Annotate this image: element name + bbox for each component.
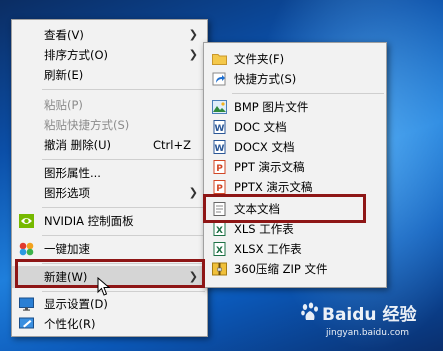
submenu-item-label: 文本文档 [234, 202, 280, 216]
submenu-item-label: XLS 工作表 [234, 222, 294, 236]
submenu-item-label: PPT 演示文稿 [234, 160, 305, 174]
submenu-item-ppt[interactable]: P PPT 演示文稿 [204, 157, 386, 177]
submenu-item-xls[interactable]: X XLS 工作表 [204, 219, 386, 239]
submenu-item-label: 文件夹(F) [234, 52, 285, 66]
baidu-paw-icon [301, 302, 318, 320]
menu-separator [42, 263, 205, 264]
baidu-watermark: Baidu 经验 jingyan.baidu.com [300, 298, 440, 348]
menu-separator [42, 207, 205, 208]
menu-item-label: 撤消 删除(U) [44, 138, 112, 152]
menu-separator [42, 159, 205, 160]
submenu-item-label: XLSX 工作表 [234, 242, 302, 256]
submenu-item-docx[interactable]: W DOCX 文档 [204, 137, 386, 157]
nvidia-icon [19, 214, 34, 228]
submenu-item-text-document[interactable]: 文本文档 [204, 199, 386, 219]
menu-separator [232, 93, 384, 94]
submenu-item-label: DOCX 文档 [234, 140, 295, 154]
submenu-item-label: BMP 图片文件 [234, 100, 309, 114]
menu-item-label: 粘贴快捷方式(S) [44, 118, 130, 132]
menu-item-label: NVIDIA 控制面板 [44, 214, 134, 228]
submenu-item-zip[interactable]: 360压缩 ZIP 文件 [204, 259, 386, 279]
menu-item-nvidia-control-panel[interactable]: NVIDIA 控制面板 [12, 211, 207, 231]
menu-item-display-settings[interactable]: 显示设置(D) [12, 294, 207, 314]
docx-file-icon: W [212, 140, 227, 154]
svg-text:P: P [216, 164, 223, 174]
menu-item-view[interactable]: 查看(V) ❯ [12, 25, 207, 45]
doc-file-icon: W [212, 120, 227, 134]
menu-item-label: 图形选项 [44, 186, 90, 200]
chevron-right-icon: ❯ [188, 28, 198, 41]
menu-item-label: 查看(V) [44, 28, 84, 42]
svg-text:X: X [216, 246, 223, 256]
submenu-item-pptx[interactable]: P PPTX 演示文稿 [204, 177, 386, 197]
ppt-file-icon: P [212, 160, 227, 174]
menu-item-paste[interactable]: 粘贴(P) [12, 95, 207, 115]
menu-separator [42, 291, 205, 292]
menu-item-label: 个性化(R) [44, 317, 96, 331]
watermark-url: jingyan.baidu.com [326, 328, 410, 338]
menu-item-refresh[interactable]: 刷新(E) [12, 65, 207, 85]
menu-item-graphics-options[interactable]: 图形选项 ❯ [12, 183, 207, 203]
menu-item-label: 刷新(E) [44, 68, 84, 82]
menu-item-sort-by[interactable]: 排序方式(O) ❯ [12, 45, 207, 65]
shortcut-icon [212, 72, 227, 86]
menu-item-undo-delete[interactable]: 撤消 删除(U) Ctrl+Z [12, 135, 207, 155]
display-settings-icon [19, 297, 34, 311]
submenu-item-bmp[interactable]: BMP 图片文件 [204, 97, 386, 117]
folder-icon [212, 52, 227, 66]
watermark-brand: Baidu 经验 [322, 305, 417, 325]
pptx-file-icon: P [212, 180, 227, 194]
new-submenu: 文件夹(F) 快捷方式(S) BMP 图片文件 W DOC 文档 W DOCX … [203, 42, 387, 288]
submenu-item-doc[interactable]: W DOC 文档 [204, 117, 386, 137]
zip-file-icon [212, 262, 227, 276]
menu-item-label: 显示设置(D) [44, 297, 108, 311]
menu-item-label: 一键加速 [44, 242, 90, 256]
submenu-item-label: PPTX 演示文稿 [234, 180, 313, 194]
menu-item-label: 新建(W) [44, 270, 88, 284]
menu-item-paste-shortcut[interactable]: 粘贴快捷方式(S) [12, 115, 207, 135]
submenu-item-folder[interactable]: 文件夹(F) [204, 49, 386, 69]
svg-text:W: W [215, 124, 225, 134]
menu-separator [42, 235, 205, 236]
menu-item-one-click-accelerate[interactable]: 一键加速 [12, 239, 207, 259]
menu-item-label: 图形属性... [44, 166, 101, 180]
accelerate-icon [19, 242, 34, 256]
menu-separator [42, 89, 205, 90]
menu-item-label: 排序方式(O) [44, 48, 109, 62]
menu-item-label: 粘贴(P) [44, 98, 83, 112]
submenu-item-label: 快捷方式(S) [234, 72, 297, 86]
xls-file-icon: X [212, 222, 227, 236]
menu-item-shortcut: Ctrl+Z [153, 138, 191, 152]
menu-item-personalize[interactable]: 个性化(R) [12, 314, 207, 334]
submenu-item-shortcut[interactable]: 快捷方式(S) [204, 69, 386, 89]
text-file-icon [212, 202, 227, 216]
submenu-item-label: DOC 文档 [234, 120, 287, 134]
menu-item-graphics-properties[interactable]: 图形属性... [12, 163, 207, 183]
xlsx-file-icon: X [212, 242, 227, 256]
chevron-right-icon: ❯ [188, 186, 198, 199]
chevron-right-icon: ❯ [188, 48, 198, 61]
svg-text:P: P [216, 184, 223, 194]
submenu-item-label: 360压缩 ZIP 文件 [234, 262, 328, 276]
bmp-file-icon [212, 100, 227, 114]
mouse-cursor-icon [97, 277, 111, 296]
personalize-icon [19, 317, 34, 331]
svg-text:W: W [215, 144, 225, 154]
submenu-item-xlsx[interactable]: X XLSX 工作表 [204, 239, 386, 259]
chevron-right-icon: ❯ [188, 270, 198, 283]
svg-text:X: X [216, 226, 223, 236]
